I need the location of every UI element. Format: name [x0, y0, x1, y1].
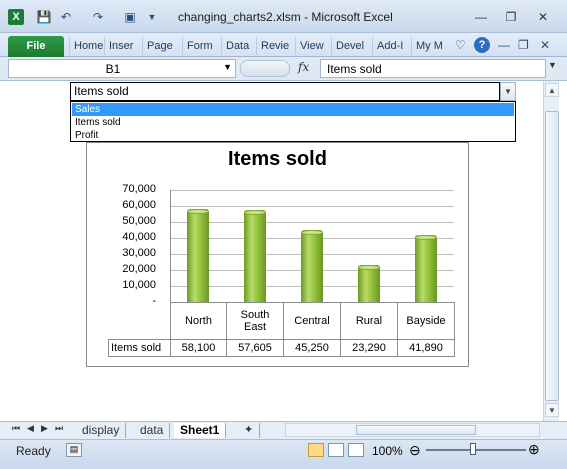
sheet-tab-display[interactable]: display	[76, 423, 127, 438]
sheet-tab-sheet1[interactable]: Sheet1	[174, 423, 227, 438]
chart-data-table: North South East Central Rural Bayside It…	[108, 302, 455, 357]
tab-developer[interactable]: Devel	[331, 37, 371, 55]
tab-home[interactable]: Home	[69, 37, 103, 55]
zoom-slider[interactable]	[426, 449, 526, 451]
ribbon-close-icon[interactable]: ✕	[540, 37, 550, 53]
tab-formulas[interactable]: Form	[182, 37, 220, 55]
excel-app-icon[interactable]: X	[8, 9, 24, 25]
zoom-in-icon[interactable]: ⊕	[528, 441, 540, 458]
restore-icon[interactable]: ❐	[498, 8, 524, 26]
y-tick-label: 30,000	[122, 247, 156, 259]
category-label: Bayside	[397, 302, 455, 340]
close-icon[interactable]: ✕	[530, 8, 556, 26]
tab-add-ins[interactable]: Add-I	[372, 37, 410, 55]
bar-cap	[301, 229, 323, 235]
zoom-out-icon[interactable]: ⊖	[409, 442, 421, 459]
window-title: changing_charts2.xlsm - Microsoft Excel	[178, 10, 393, 24]
page-break-view-icon[interactable]	[348, 443, 364, 457]
status-ready: Ready	[16, 444, 51, 458]
normal-view-icon[interactable]	[308, 443, 324, 457]
insert-function-icon[interactable]: fx	[298, 60, 309, 74]
expand-formula-bar-icon[interactable]: ▼	[548, 60, 557, 70]
chart-selector-combo[interactable]: Items sold	[70, 82, 500, 101]
tab-view[interactable]: View	[295, 37, 329, 55]
formula-input[interactable]: Items sold	[320, 59, 546, 78]
combo-dropdown-icon[interactable]: ▼	[500, 82, 516, 101]
tab-data[interactable]: Data	[221, 37, 255, 55]
y-tick-label: 50,000	[122, 215, 156, 227]
first-sheet-icon[interactable]: ⏮	[12, 423, 20, 434]
prev-sheet-icon[interactable]: ◀	[27, 423, 34, 434]
data-table-corner	[108, 302, 171, 340]
ribbon-minimize-icon[interactable]: —	[498, 37, 510, 53]
bar-cap	[415, 234, 437, 240]
chart-title: Items sold	[228, 148, 327, 170]
series-label: Items sold	[108, 339, 171, 357]
bar-south-east[interactable]	[244, 209, 266, 302]
scroll-up-icon[interactable]: ▲	[545, 83, 559, 97]
data-label: 57,605	[226, 339, 284, 357]
tab-my-macros[interactable]: My M	[411, 37, 449, 55]
save-icon[interactable]: 💾	[36, 9, 52, 25]
gridline	[170, 190, 454, 191]
last-sheet-icon[interactable]: ⏭	[55, 423, 63, 434]
scroll-down-icon[interactable]: ▼	[545, 403, 559, 417]
macro-record-icon[interactable]: ▤	[66, 443, 82, 457]
minimize-icon[interactable]: —	[468, 8, 494, 26]
dropdown-option-profit[interactable]: Profit	[72, 129, 514, 142]
data-label: 45,250	[283, 339, 341, 357]
heart-icon[interactable]: ♡	[455, 37, 466, 53]
tab-review[interactable]: Revie	[256, 37, 294, 55]
category-label: North	[170, 302, 227, 340]
redo-icon[interactable]: ↷	[90, 9, 106, 25]
dropdown-option-sales[interactable]: Sales	[72, 103, 514, 116]
y-axis-line	[170, 190, 171, 302]
vertical-scroll-thumb[interactable]	[545, 111, 559, 401]
data-label: 58,100	[170, 339, 227, 357]
name-box-dropdown-icon[interactable]: ▼	[223, 62, 232, 72]
y-tick-label: 70,000	[122, 183, 156, 195]
bar-rural[interactable]	[358, 264, 380, 302]
next-sheet-icon[interactable]: ▶	[41, 423, 48, 434]
combo-dropdown-list[interactable]: Sales Items sold Profit	[70, 101, 516, 142]
name-box-value: B1	[105, 62, 121, 76]
category-label: Central	[283, 302, 341, 340]
page-layout-view-icon[interactable]	[328, 443, 344, 457]
status-bar	[0, 439, 567, 469]
tab-page-layout[interactable]: Page	[142, 37, 180, 55]
ribbon-restore-icon[interactable]: ❐	[518, 37, 529, 53]
data-label: 23,290	[340, 339, 398, 357]
customize-qat-icon[interactable]: ▼	[144, 9, 160, 25]
name-box[interactable]: B1 ▼	[8, 59, 236, 78]
data-label: 41,890	[397, 339, 455, 357]
y-tick-label: 40,000	[122, 231, 156, 243]
bar-north[interactable]	[187, 209, 209, 302]
horizontal-scroll-thumb[interactable]	[356, 425, 476, 435]
horizontal-scrollbar[interactable]	[285, 423, 540, 437]
zoom-slider-thumb[interactable]	[470, 443, 476, 455]
bar-bayside[interactable]	[415, 234, 437, 302]
bar-cap	[187, 209, 209, 215]
y-tick-label: 20,000	[122, 263, 156, 275]
gridline	[170, 222, 454, 223]
insert-sheet-icon[interactable]: ✦	[238, 423, 261, 438]
zoom-level[interactable]: 100%	[372, 444, 403, 458]
category-label: Rural	[340, 302, 398, 340]
y-tick-label: 10,000	[122, 279, 156, 291]
undo-icon[interactable]: ↶	[58, 9, 74, 25]
formula-bar-splitter[interactable]	[240, 60, 290, 77]
y-tick-label: 60,000	[122, 199, 156, 211]
bar-cap	[358, 264, 380, 270]
vertical-scrollbar[interactable]: ▲ ▼	[543, 81, 559, 421]
gridline	[170, 206, 454, 207]
dropdown-option-items-sold[interactable]: Items sold	[72, 116, 514, 129]
tab-insert[interactable]: Inser	[104, 37, 140, 55]
help-icon[interactable]: ?	[474, 37, 490, 53]
camera-icon[interactable]: ▣	[122, 9, 138, 25]
bar-central[interactable]	[301, 229, 323, 302]
file-tab[interactable]: File	[8, 36, 64, 57]
category-label: South East	[226, 302, 284, 340]
bar-cap	[244, 209, 266, 215]
sheet-tab-data[interactable]: data	[134, 423, 171, 438]
